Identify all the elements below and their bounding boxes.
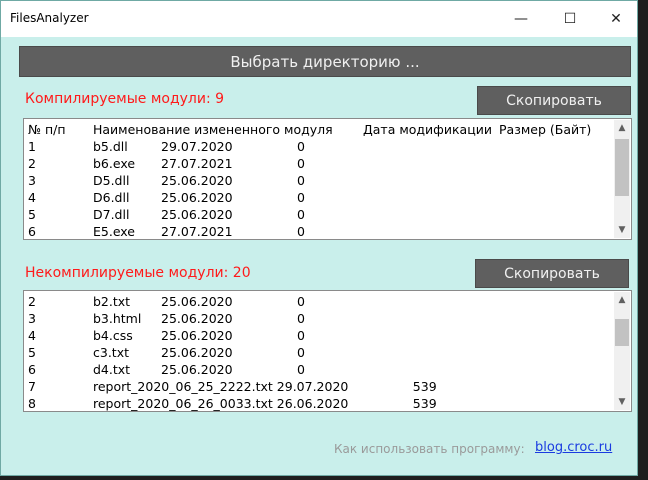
row-name: b5.dll [93,139,128,154]
row-size: 0 [297,173,305,188]
scrollbar[interactable]: ▲ ▼ [614,120,630,238]
row-date: 25.06.2020 [161,173,233,188]
row-size: 0 [297,207,305,222]
header-size: Размер (Байт) [499,122,592,137]
row-date: 26.06.2020 [276,396,349,411]
compiled-modules-list[interactable]: № п/п Наименование измененного модуля Да… [23,118,632,240]
row-name: d4.txt [93,362,131,377]
row-size: 0 [297,190,305,205]
compiled-modules-label: Компилируемые модули: 9 [25,91,225,107]
noncompiled-modules-label: Некомпилируемые модули: 20 [25,265,251,281]
title-bar: FilesAnalyzer — ☐ ✕ [1,1,637,37]
scrollbar[interactable]: ▲ ▼ [614,292,630,410]
row-name: b6.exe [93,156,136,171]
row-size: 0 [297,224,305,239]
row-number: 2 [28,294,36,309]
noncompiled-modules-list[interactable]: 2 b2.txt 25.06.2020 0 3 b3.html 25.06.2020 0 4 b4… [23,290,632,412]
select-directory-button[interactable]: Выбрать директорию ... [19,46,631,77]
row-date: 25.06.2020 [161,328,233,343]
row-name: c3.txt [93,345,129,360]
maximize-button[interactable]: ☐ [547,1,593,37]
row-name: D6.dll [93,190,130,205]
row-number: 5 [28,207,36,222]
row-size: 0 [297,156,305,171]
blog-link[interactable]: blog.croc.ru [535,440,612,455]
list-row[interactable]: 5 D7.dll 25.06.2020 0 [28,207,305,224]
close-button[interactable]: ✕ [593,1,639,37]
row-number: 5 [28,345,36,360]
list-row[interactable]: 6 d4.txt 25.06.2020 0 [28,362,305,379]
row-number: 4 [28,328,36,343]
list-header: № п/п Наименование измененного модуля Да… [28,122,628,139]
row-date: 25.06.2020 [161,207,233,222]
list-row[interactable]: 8 report_2020_06_26_0033.txt 26.06.2020 539 [28,396,437,411]
row-date: 27.07.2021 [161,224,233,239]
row-size: 0 [297,328,305,343]
row-name: b2.txt [93,294,131,309]
row-number: 6 [28,224,36,239]
scroll-up-icon[interactable]: ▲ [614,292,630,308]
list-row[interactable]: 4 b4.css 25.06.2020 0 [28,328,305,345]
window-title: FilesAnalyzer [10,11,89,25]
row-name: report_2020_06_26_0033.txt [93,396,273,411]
row-name: D5.dll [93,173,130,188]
row-name: b3.html [93,311,142,326]
row-name: report_2020_06_25_2222.txt [93,379,273,394]
row-size: 539 [412,379,437,394]
header-name: Наименование измененного модуля [93,122,333,137]
copy-noncompiled-button[interactable]: Скопировать [475,259,629,288]
header-date: Дата модификации [363,122,492,137]
row-size: 0 [297,139,305,154]
row-date: 29.07.2020 [161,139,233,154]
list-row[interactable]: 2 b2.txt 25.06.2020 0 [28,294,305,311]
row-date: 25.06.2020 [161,362,233,377]
files-analyzer-window: FilesAnalyzer — ☐ ✕ Выбрать директорию .… [0,0,638,476]
list-row[interactable]: 6 E5.exe 27.07.2021 0 [28,224,305,239]
scroll-thumb[interactable] [615,319,629,346]
row-number: 6 [28,362,36,377]
row-size: 0 [297,345,305,360]
row-date: 25.06.2020 [161,345,233,360]
row-number: 7 [28,379,36,394]
row-size: 0 [297,294,305,309]
row-number: 8 [28,396,36,411]
scroll-down-icon[interactable]: ▼ [614,394,630,410]
list-row[interactable]: 3 b3.html 25.06.2020 0 [28,311,305,328]
row-size: 0 [297,311,305,326]
list-row[interactable]: 1 b5.dll 29.07.2020 0 [28,139,305,156]
copy-compiled-button[interactable]: Скопировать [477,86,631,115]
row-date: 25.06.2020 [161,294,233,309]
header-number: № п/п [28,122,66,137]
list-row[interactable]: 2 b6.exe 27.07.2021 0 [28,156,305,173]
row-name: b4.css [93,328,133,343]
row-number: 2 [28,156,36,171]
help-text: Как использовать программу: [334,442,525,456]
scroll-up-icon[interactable]: ▲ [614,120,630,136]
list-row[interactable]: 3 D5.dll 25.06.2020 0 [28,173,305,190]
minimize-button[interactable]: — [498,1,544,37]
row-date: 27.07.2021 [161,156,233,171]
row-date: 29.07.2020 [276,379,349,394]
row-date: 25.06.2020 [161,311,233,326]
row-name: D7.dll [93,207,130,222]
scroll-down-icon[interactable]: ▼ [614,222,630,238]
row-number: 4 [28,190,36,205]
list-row[interactable]: 7 report_2020_06_25_2222.txt 29.07.2020 539 [28,379,437,396]
row-name: E5.exe [93,224,135,239]
row-date: 25.06.2020 [161,190,233,205]
row-size: 539 [412,396,437,411]
list-row[interactable]: 5 c3.txt 25.06.2020 0 [28,345,305,362]
row-number: 1 [28,139,36,154]
row-number: 3 [28,311,36,326]
row-size: 0 [297,362,305,377]
scroll-thumb[interactable] [615,139,629,196]
list-row[interactable]: 4 D6.dll 25.06.2020 0 [28,190,305,207]
row-number: 3 [28,173,36,188]
